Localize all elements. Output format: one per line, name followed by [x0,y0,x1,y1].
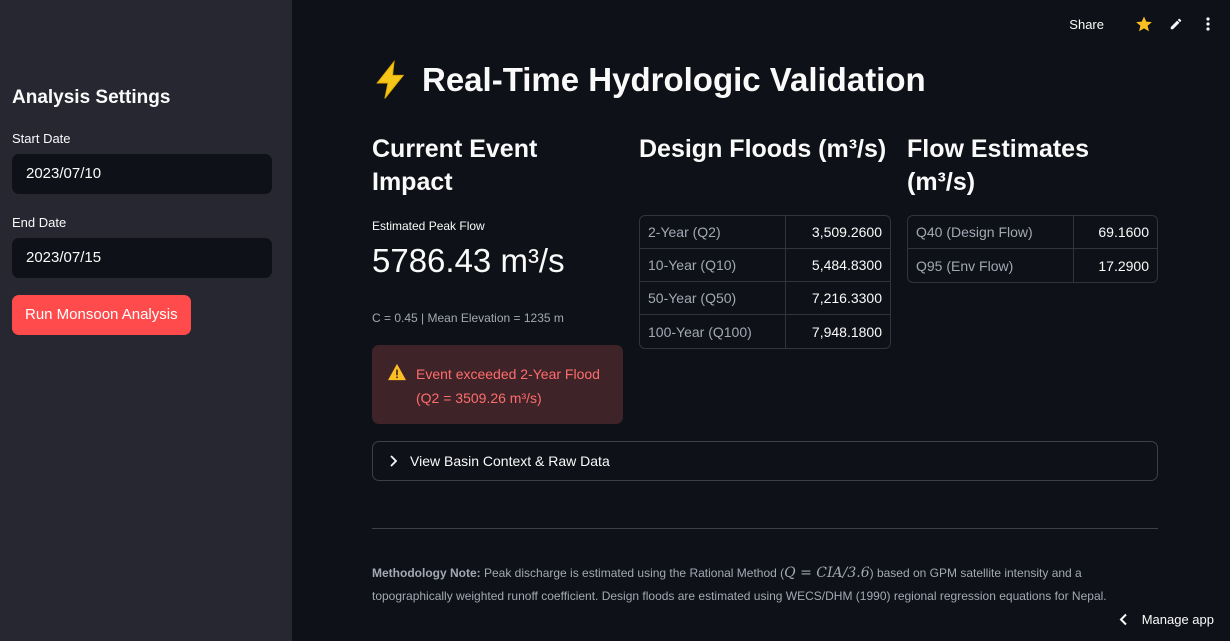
page-title-text: Real-Time Hydrologic Validation [422,61,926,98]
table-cell[interactable]: 3,509.2600 [785,216,890,249]
table-cell[interactable]: 7,948.1800 [786,315,890,348]
flood-alert: Event exceeded 2-Year Flood (Q2 = 3509.2… [372,345,623,424]
table-cell[interactable]: 7,216.3300 [785,282,890,315]
table-cell[interactable]: 69.1600 [1074,216,1157,249]
more-vertical-icon[interactable] [1198,12,1218,36]
table-row: 100-Year (Q100) 7,948.1800 [640,315,890,348]
page-title: Real-Time Hydrologic Validation [372,60,926,100]
table-row: 10-Year (Q10) 5,484.8300 [640,249,890,282]
table-cell[interactable]: 10-Year (Q10) [640,249,786,282]
table-cell[interactable]: 50-Year (Q50) [640,282,786,315]
sidebar-title: Analysis Settings [12,87,171,108]
divider [372,528,1158,529]
table-cell[interactable]: 100-Year (Q100) [640,315,786,348]
table-row: 50-Year (Q50) 7,216.3300 [640,282,890,315]
lightning-icon [372,60,410,100]
star-icon[interactable] [1134,12,1154,36]
metric-caption: C = 0.45 | Mean Elevation = 1235 m [372,311,564,325]
chevron-right-icon [388,455,398,467]
top-toolbar: Share [1069,12,1218,36]
alert-message: Event exceeded 2-Year Flood (Q2 = 3509.2… [416,366,600,406]
note-formula: Q = CIA/3.6 [784,565,870,581]
warning-icon [387,363,407,386]
pencil-icon[interactable] [1166,12,1186,36]
manage-app-label: Manage app [1141,612,1214,627]
design-floods-heading: Design Floods (m³/s) [639,135,887,163]
table-cell[interactable]: 5,484.8300 [785,249,890,282]
table-cell[interactable]: 17.2900 [1074,249,1157,282]
end-date-input[interactable]: 2023/07/15 [12,238,272,278]
note-text-before: Peak discharge is estimated using the Ra… [480,566,785,580]
design-floods-table: 2-Year (Q2) 3,509.2600 10-Year (Q10) 5,484… [639,215,891,349]
current-event-impact-heading: Current Event Impact [372,135,538,196]
table-row: 2-Year (Q2) 3,509.2600 [640,216,890,249]
table-row: Q95 (Env Flow) 17.2900 [908,249,1157,282]
share-button[interactable]: Share [1069,17,1104,32]
basin-context-expander[interactable]: View Basin Context & Raw Data [372,441,1158,481]
expander-label: View Basin Context & Raw Data [410,453,610,469]
sidebar: Analysis Settings Start Date 2023/07/10 … [0,0,292,641]
table-cell[interactable]: Q95 (Env Flow) [908,249,1075,282]
flow-estimates-heading: Flow Estimates (m³/s) [907,135,1089,196]
end-date-label: End Date [12,215,67,230]
manage-app-button[interactable]: Manage app [1119,612,1214,627]
table-cell[interactable]: Q40 (Design Flow) [908,216,1075,249]
table-cell[interactable]: 2-Year (Q2) [640,216,786,249]
metric-label: Estimated Peak Flow [372,219,485,233]
methodology-note: Methodology Note: Peak discharge is esti… [372,562,1158,607]
flow-estimates-table: Q40 (Design Flow) 69.1600 Q95 (Env Flow) 1… [907,215,1158,283]
table-row: Q40 (Design Flow) 69.1600 [908,216,1157,249]
chevron-left-icon [1119,613,1128,626]
start-date-label: Start Date [12,131,71,146]
note-bold-label: Methodology Note: [372,566,481,580]
start-date-input[interactable]: 2023/07/10 [12,154,272,194]
metric-value: 5786.43 m³/s [372,242,565,279]
run-monsoon-analysis-button[interactable]: Run Monsoon Analysis [12,295,191,335]
